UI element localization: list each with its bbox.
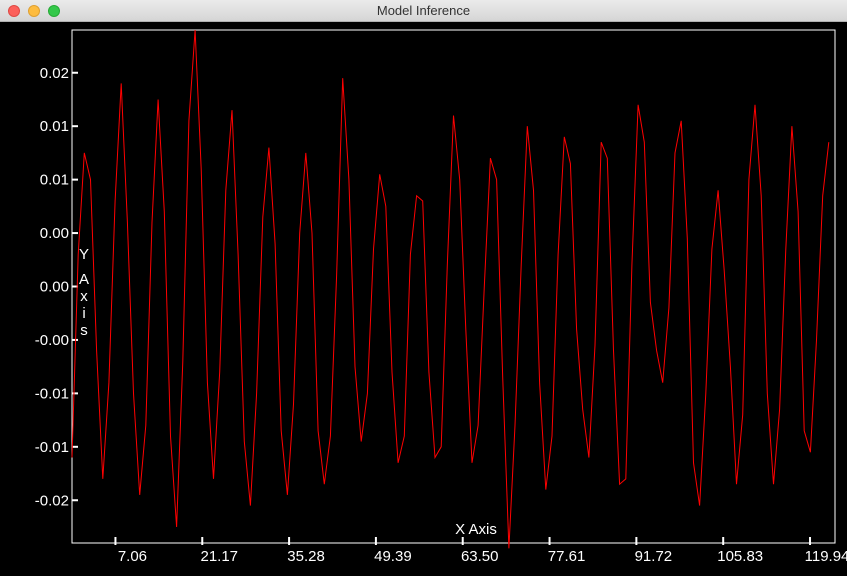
x-tick-label: 77.61 xyxy=(548,548,586,565)
x-tick-label: 21.17 xyxy=(200,548,238,565)
chart-area: 0.02 0.01 0.01 0.00 0.00 -0.00 -0.01 -0.01 -0.02… xyxy=(0,22,847,571)
y-tick-label: -0.01 xyxy=(35,385,69,402)
x-tick-label: 49.39 xyxy=(374,548,412,565)
x-axis: 7.06 21.17 35.28 49.39 63.50 77.61 91.72 105.83… xyxy=(114,537,847,565)
window-titlebar: Model Inference xyxy=(0,0,847,22)
x-tick-label: 7.06 xyxy=(118,548,147,565)
x-tick-label: 119.94 xyxy=(805,548,847,565)
window-title: Model Inference xyxy=(376,3,471,18)
x-tick-label: 91.72 xyxy=(635,548,673,565)
line-chart: 0.02 0.01 0.01 0.00 0.00 -0.00 -0.01 -0.01 -0.02… xyxy=(35,29,847,565)
y-tick-label: -0.02 xyxy=(35,492,69,509)
x-tick-label: 105.83 xyxy=(717,548,763,565)
series-line xyxy=(71,29,830,549)
x-tick-label: 35.28 xyxy=(287,548,325,565)
y-tick-label: 0.00 xyxy=(40,225,69,242)
y-tick-label: 0.01 xyxy=(40,172,69,189)
y-axis-label: YAxis xyxy=(79,246,89,339)
x-axis-label: X Axis xyxy=(455,521,497,538)
x-tick-label: 63.50 xyxy=(461,548,499,565)
plot-frame xyxy=(71,29,836,544)
y-tick-label: 0.02 xyxy=(40,65,69,82)
y-tick-label: -0.00 xyxy=(35,332,69,349)
y-tick-label: -0.01 xyxy=(35,439,69,456)
y-tick-label: 0.00 xyxy=(40,279,69,296)
y-tick-label: 0.01 xyxy=(40,118,69,135)
